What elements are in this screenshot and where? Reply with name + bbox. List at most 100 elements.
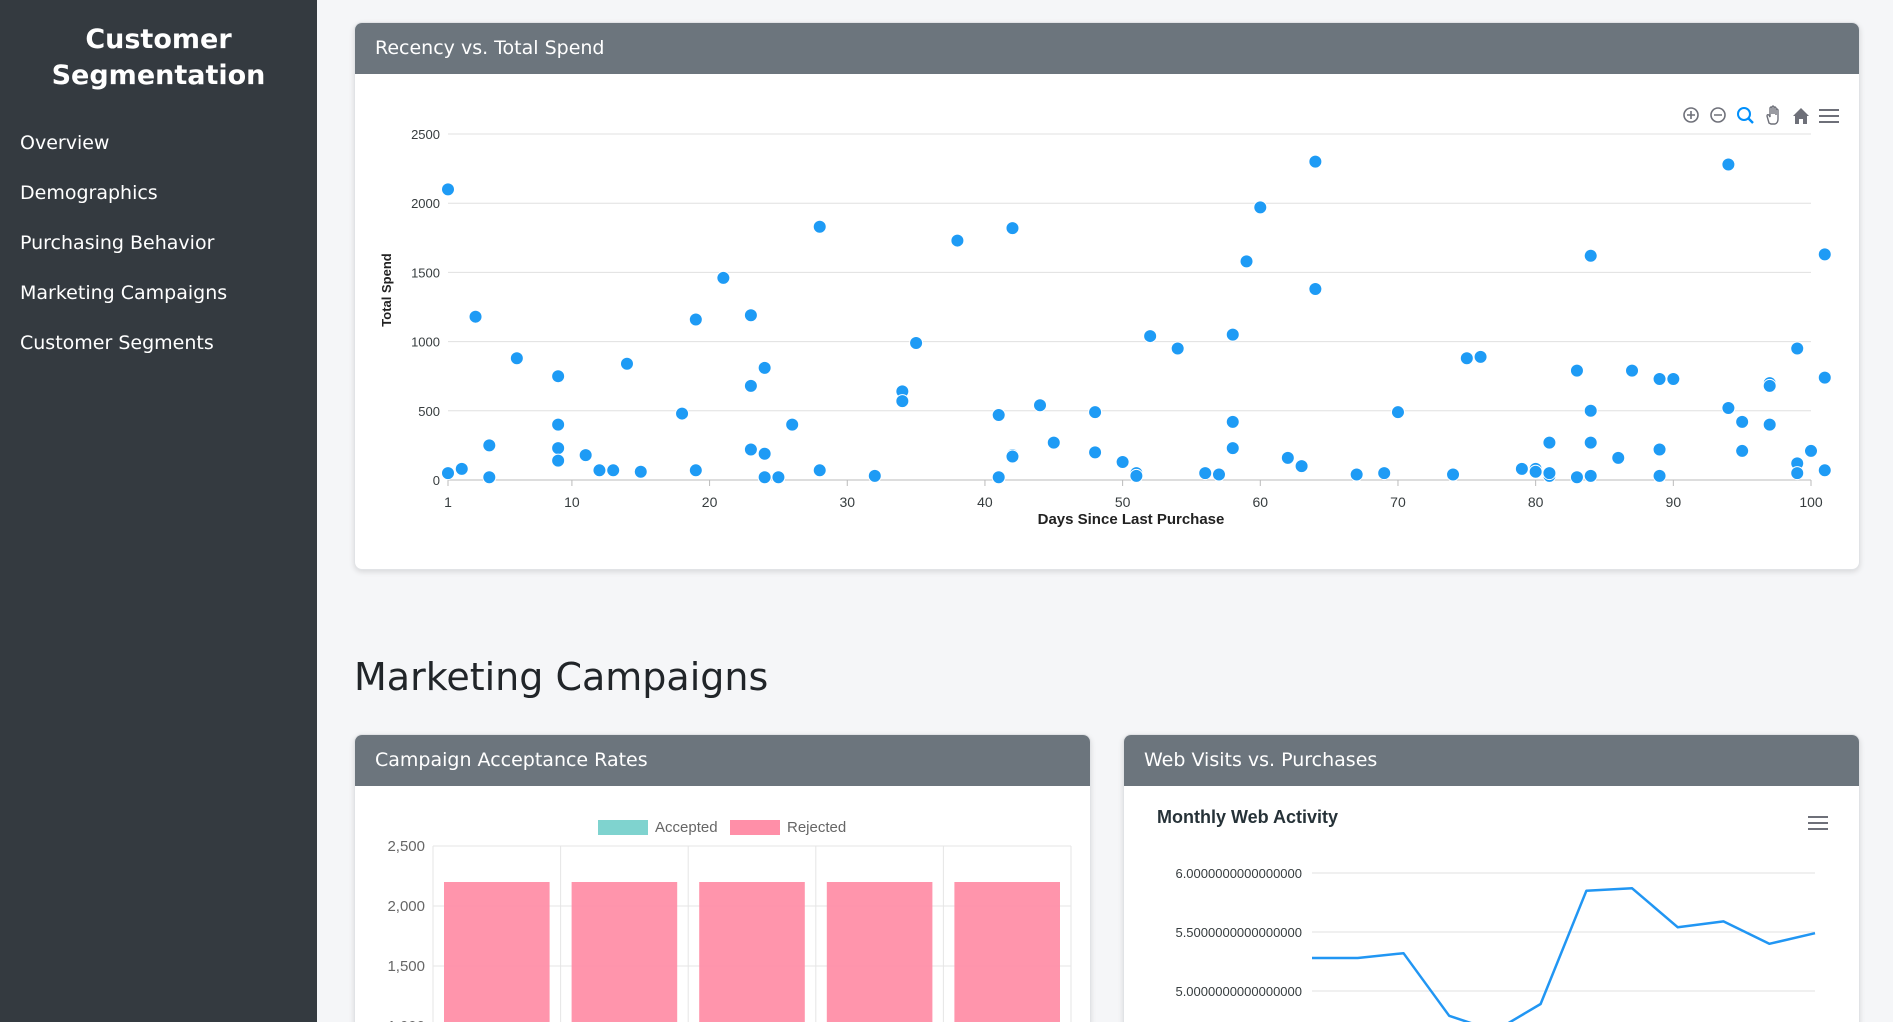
- menu-icon[interactable]: [1819, 109, 1839, 123]
- scatter-point[interactable]: [454, 461, 469, 476]
- scatter-point[interactable]: [1143, 329, 1158, 344]
- zoom-out-icon[interactable]: [1710, 107, 1726, 123]
- bar-rejected[interactable]: [699, 882, 805, 1022]
- scatter-point[interactable]: [1349, 467, 1364, 482]
- scatter-point[interactable]: [757, 470, 772, 485]
- scatter-point[interactable]: [1225, 414, 1240, 429]
- scatter-point[interactable]: [1115, 455, 1130, 470]
- scatter-point[interactable]: [1652, 442, 1667, 457]
- scatter-point[interactable]: [468, 309, 483, 324]
- bar-rejected[interactable]: [444, 882, 550, 1022]
- scatter-point[interactable]: [688, 312, 703, 327]
- pan-hand-icon[interactable]: [1766, 105, 1779, 125]
- scatter-point[interactable]: [771, 470, 786, 485]
- scatter-point[interactable]: [1088, 405, 1103, 420]
- scatter-point[interactable]: [1790, 466, 1805, 481]
- scatter-point[interactable]: [1721, 401, 1736, 416]
- scatter-point[interactable]: [812, 219, 827, 234]
- scatter-point[interactable]: [1088, 445, 1103, 460]
- scatter-point[interactable]: [1583, 248, 1598, 263]
- bar-rejected[interactable]: [826, 882, 933, 1022]
- scatter-point[interactable]: [1046, 435, 1061, 450]
- scatter-point[interactable]: [743, 378, 758, 393]
- sidebar-item-overview[interactable]: Overview: [0, 118, 317, 168]
- sidebar-item-marketing-campaigns[interactable]: Marketing Campaigns: [0, 268, 317, 318]
- scatter-point[interactable]: [482, 470, 497, 485]
- scatter-point[interactable]: [578, 448, 593, 463]
- scatter-point[interactable]: [1198, 466, 1213, 481]
- scatter-point[interactable]: [1280, 450, 1295, 465]
- scatter-point[interactable]: [509, 351, 524, 366]
- scatter-point[interactable]: [1225, 441, 1240, 456]
- scatter-point[interactable]: [1583, 435, 1598, 450]
- scatter-point[interactable]: [1762, 417, 1777, 432]
- scatter-point[interactable]: [991, 470, 1006, 485]
- scatter-point[interactable]: [743, 308, 758, 323]
- scatter-point[interactable]: [606, 463, 621, 478]
- scatter-point[interactable]: [688, 463, 703, 478]
- scatter-point[interactable]: [812, 463, 827, 478]
- scatter-point[interactable]: [551, 453, 566, 468]
- scatter-point[interactable]: [1666, 371, 1681, 386]
- scatter-point[interactable]: [743, 442, 758, 457]
- zoom-in-icon[interactable]: [1683, 107, 1699, 123]
- scatter-point[interactable]: [1611, 450, 1626, 465]
- scatter-point[interactable]: [757, 360, 772, 375]
- scatter-point[interactable]: [1569, 470, 1584, 485]
- scatter-point[interactable]: [1390, 405, 1405, 420]
- scatter-point[interactable]: [991, 407, 1006, 422]
- bar-rejected[interactable]: [954, 882, 1060, 1022]
- scatter-point[interactable]: [551, 441, 566, 456]
- scatter-point[interactable]: [592, 463, 607, 478]
- scatter-point[interactable]: [1735, 414, 1750, 429]
- scatter-point[interactable]: [1790, 341, 1805, 356]
- scatter-point[interactable]: [1308, 154, 1323, 169]
- scatter-point[interactable]: [1583, 468, 1598, 483]
- scatter-point[interactable]: [895, 394, 910, 409]
- scatter-point[interactable]: [633, 464, 648, 479]
- home-icon[interactable]: [1793, 108, 1809, 124]
- scatter-point[interactable]: [1721, 157, 1736, 172]
- scatter-point[interactable]: [909, 335, 924, 350]
- scatter-point[interactable]: [1473, 349, 1488, 364]
- scatter-point[interactable]: [441, 466, 455, 481]
- scatter-point[interactable]: [1817, 463, 1832, 478]
- scatter-point[interactable]: [1377, 466, 1392, 481]
- scatter-point[interactable]: [1239, 254, 1254, 269]
- legend-swatch-accepted[interactable]: [598, 820, 648, 835]
- scatter-point[interactable]: [1005, 221, 1020, 236]
- scatter-point[interactable]: [1308, 282, 1323, 297]
- scatter-point[interactable]: [757, 446, 772, 461]
- scatter-point[interactable]: [551, 417, 566, 432]
- bar-rejected[interactable]: [571, 882, 678, 1022]
- scatter-point[interactable]: [1225, 327, 1240, 342]
- menu-icon[interactable]: [1808, 816, 1828, 830]
- scatter-point[interactable]: [1804, 443, 1818, 458]
- scatter-point[interactable]: [441, 182, 455, 197]
- scatter-point[interactable]: [1446, 467, 1461, 482]
- scatter-point[interactable]: [1033, 398, 1048, 413]
- scatter-point[interactable]: [675, 406, 690, 421]
- scatter-point[interactable]: [1817, 370, 1832, 385]
- magnify-icon[interactable]: [1737, 107, 1754, 124]
- scatter-point[interactable]: [716, 270, 731, 285]
- scatter-point[interactable]: [1514, 461, 1529, 476]
- scatter-point[interactable]: [1735, 443, 1750, 458]
- scatter-point[interactable]: [1528, 464, 1543, 479]
- scatter-point[interactable]: [1253, 200, 1268, 215]
- scatter-point[interactable]: [1211, 467, 1226, 482]
- scatter-point[interactable]: [1583, 403, 1598, 418]
- scatter-point[interactable]: [1625, 363, 1640, 378]
- scatter-point[interactable]: [1459, 351, 1474, 366]
- scatter-point[interactable]: [482, 438, 497, 453]
- scatter-point[interactable]: [1652, 371, 1667, 386]
- scatter-point[interactable]: [950, 233, 965, 248]
- scatter-point[interactable]: [867, 468, 882, 483]
- line-series-path[interactable]: [1312, 887, 1816, 1022]
- scatter-point[interactable]: [1170, 341, 1185, 356]
- scatter-point[interactable]: [1542, 435, 1557, 450]
- scatter-point[interactable]: [619, 356, 634, 371]
- sidebar-item-customer-segments[interactable]: Customer Segments: [0, 318, 317, 368]
- legend-label-rejected[interactable]: Rejected: [787, 819, 846, 836]
- scatter-point[interactable]: [1762, 378, 1777, 393]
